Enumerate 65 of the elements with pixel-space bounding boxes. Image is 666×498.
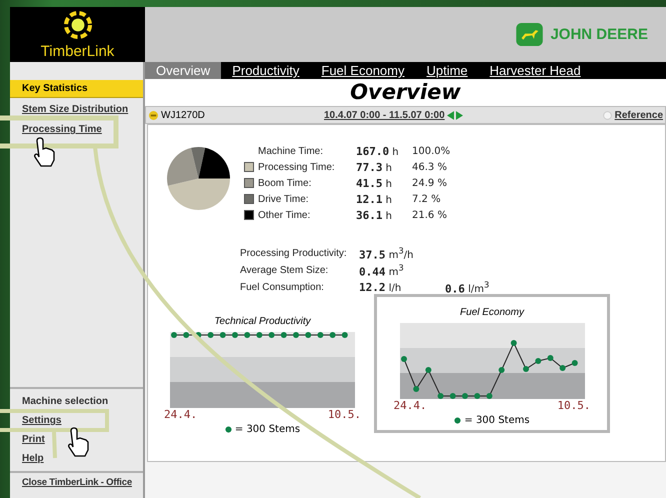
leader-line: [52, 432, 57, 458]
time-share: 21.6 %: [412, 210, 447, 220]
time-value: 36.1 h: [356, 208, 394, 222]
time-share: 46.3 %: [412, 162, 447, 172]
sidebar-link[interactable]: Settings: [10, 412, 143, 431]
machine-id: WJ1270D: [161, 110, 205, 120]
pie-slice: [167, 148, 198, 186]
pie-slice: [168, 178, 230, 210]
legend-text: = 300 Stems: [234, 424, 300, 435]
close-link[interactable]: Close TimberLink - Office: [10, 471, 143, 492]
app-name: TimberLink: [40, 43, 114, 60]
pie-slice: [198, 148, 230, 178]
legend-text: = 300 Stems: [464, 415, 530, 426]
axis-label: 24.4.: [394, 399, 427, 412]
metric-value: 12.2 l/h: [359, 281, 402, 294]
metric-value: 0.6 l/m$^{3}$: [445, 280, 490, 296]
hand-cursor-icon: [34, 137, 55, 167]
nav-tab[interactable]: Uptime: [415, 62, 479, 79]
time-label: Machine Time:: [258, 146, 324, 156]
pie-chart: [165, 145, 232, 212]
section-heading: Machine selection: [21, 395, 110, 409]
time-value: 12.1 h: [356, 192, 394, 206]
sidebar-item[interactable]: Key Statistics: [10, 80, 143, 98]
sidebar-link[interactable]: Print: [10, 431, 143, 450]
sidebar-item[interactable]: Stem Size Distribution: [10, 101, 143, 118]
time-value: 167.0 h: [356, 144, 400, 158]
previous-icon[interactable]: [446, 110, 454, 120]
reference-link[interactable]: Reference: [614, 110, 663, 120]
legend-dot-icon: [224, 426, 232, 433]
nav-tab[interactable]: Fuel Economy: [310, 62, 416, 79]
legend-dot-icon: [454, 417, 462, 424]
chart-title: Technical Productivity: [214, 316, 311, 327]
pie-slice: [191, 147, 206, 178]
time-label: Boom Time:: [258, 178, 312, 188]
metric-label: Processing Productivity:: [240, 248, 348, 259]
metric-label: Average Stem Size:: [240, 265, 330, 276]
time-value: 41.5 h: [356, 176, 394, 190]
nav-tab[interactable]: Harvester Head: [478, 62, 592, 79]
time-share: 24.9 %: [412, 178, 447, 188]
axis-label: 24.4.: [164, 408, 198, 421]
nav-tab[interactable]: Productivity: [221, 62, 310, 79]
sun-logo-icon: [62, 9, 94, 41]
sidebar-item[interactable]: Processing Time: [10, 121, 143, 138]
period-link[interactable]: 10.4.07 0:00 - 11.5.07 0:00: [324, 110, 445, 120]
metric-label: Fuel Consumption:: [240, 282, 325, 293]
axis-label: 10.5.: [328, 408, 361, 421]
brand-name: JOHN DEERE: [550, 26, 648, 43]
time-share: 100.0%: [412, 146, 450, 156]
machine-status-icon: [149, 110, 158, 120]
axis-label: 10.5.: [557, 399, 590, 412]
time-label: Drive Time:: [258, 194, 310, 204]
metric-value: 37.5 m$^{3}$/h: [359, 246, 414, 262]
sidebar-link[interactable]: Help: [10, 450, 143, 469]
time-value: 77.3 h: [356, 160, 394, 174]
next-icon[interactable]: [456, 110, 463, 120]
time-share: 7.2 %: [412, 194, 441, 204]
metric-value: 0.44 m$^{3}$: [359, 262, 405, 278]
hand-cursor-icon: [68, 427, 89, 457]
deer-logo-icon: [516, 23, 544, 46]
time-label: Other Time:: [258, 210, 312, 220]
chart-title: Fuel Economy: [460, 307, 524, 318]
page-title: Overview: [145, 79, 666, 106]
nav-tab[interactable]: Overview: [145, 62, 222, 79]
time-label: Processing Time:: [258, 162, 336, 172]
radio-icon[interactable]: [602, 110, 612, 120]
